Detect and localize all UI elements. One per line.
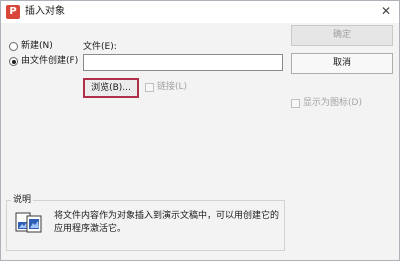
- cancel-button[interactable]: 取消: [291, 53, 393, 74]
- display-as-icon-checkbox[interactable]: [291, 99, 300, 108]
- file-path-input[interactable]: [83, 54, 283, 71]
- dialog-title: 插入对象: [25, 6, 65, 17]
- link-checkbox-label: 链接(L): [157, 82, 188, 92]
- radio-new-label[interactable]: 新建(N): [21, 40, 53, 52]
- result-description: 将文件内容作为对象插入到演示文稿中，可以用创建它的应用程序激活它。: [54, 211, 280, 234]
- result-group-title: 说明: [11, 194, 34, 206]
- wps-presentation-icon: P: [6, 5, 20, 19]
- browse-button[interactable]: 浏览(B)...: [83, 78, 139, 98]
- document-insert-icon: [15, 210, 43, 234]
- link-checkbox[interactable]: [145, 83, 154, 92]
- insert-object-dialog: P 插入对象 ✕ 新建(N) 由文件创建(F) 文件(E): 浏览(B)... …: [0, 0, 400, 261]
- ok-button[interactable]: 确定: [291, 25, 393, 46]
- radio-create-from-file-label[interactable]: 由文件创建(F): [21, 55, 78, 67]
- display-as-icon-label: 显示为图标(D): [303, 98, 362, 108]
- close-icon[interactable]: ✕: [379, 4, 393, 18]
- radio-new[interactable]: [9, 42, 18, 51]
- file-label: 文件(E):: [83, 42, 117, 52]
- title-bar: P 插入对象 ✕: [1, 1, 399, 23]
- radio-create-from-file[interactable]: [9, 57, 18, 66]
